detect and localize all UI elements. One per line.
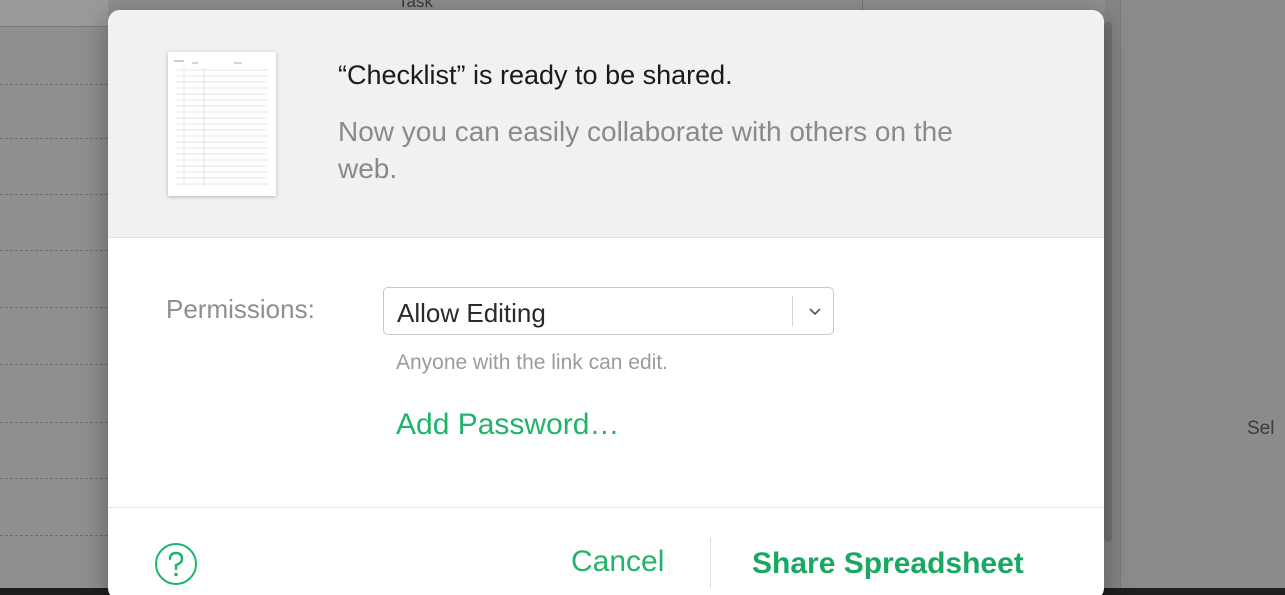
add-password-link[interactable]: Add Password… xyxy=(396,408,619,442)
share-dialog: “Checklist” is ready to be shared. Now y… xyxy=(108,10,1104,595)
chevron-down-icon xyxy=(805,298,825,324)
spreadsheet-thumbnail-graphic xyxy=(174,60,268,186)
background-scrollbar[interactable] xyxy=(1104,22,1112,542)
background-sidebar-text: Sel xyxy=(1247,418,1275,439)
background-row-divider xyxy=(0,250,108,251)
share-ready-title: “Checklist” is ready to be shared. xyxy=(338,60,733,90)
background-row-divider xyxy=(0,535,108,536)
background-row-divider xyxy=(0,138,108,139)
spreadsheet-thumbnail-icon xyxy=(168,52,276,196)
background-sidebar-inner xyxy=(1120,0,1285,595)
background-row-divider xyxy=(0,194,108,195)
background-row-divider xyxy=(0,364,108,365)
share-spreadsheet-button[interactable]: Share Spreadsheet xyxy=(752,547,1024,581)
help-button[interactable] xyxy=(154,542,198,586)
permissions-selected-value: Allow Editing xyxy=(397,298,546,328)
dropdown-divider xyxy=(792,296,793,326)
cancel-button[interactable]: Cancel xyxy=(571,545,664,579)
background-row-divider xyxy=(0,84,108,85)
footer-button-separator xyxy=(710,538,711,588)
share-ready-subtitle: Now you can easily collaborate with othe… xyxy=(338,116,953,184)
permissions-dropdown[interactable]: Allow Editing xyxy=(383,287,834,335)
background-spreadsheet-panel xyxy=(0,0,108,595)
footer-divider xyxy=(108,507,1104,508)
background-row-divider xyxy=(0,422,108,423)
background-row-divider xyxy=(0,478,108,479)
permissions-label: Permissions: xyxy=(166,294,315,324)
dialog-header: “Checklist” is ready to be shared. Now y… xyxy=(108,10,1104,238)
background-row-divider xyxy=(0,307,108,308)
question-circle-icon xyxy=(155,543,197,585)
background-column-header xyxy=(0,0,108,27)
permissions-help-text: Anyone with the link can edit. xyxy=(396,351,668,374)
